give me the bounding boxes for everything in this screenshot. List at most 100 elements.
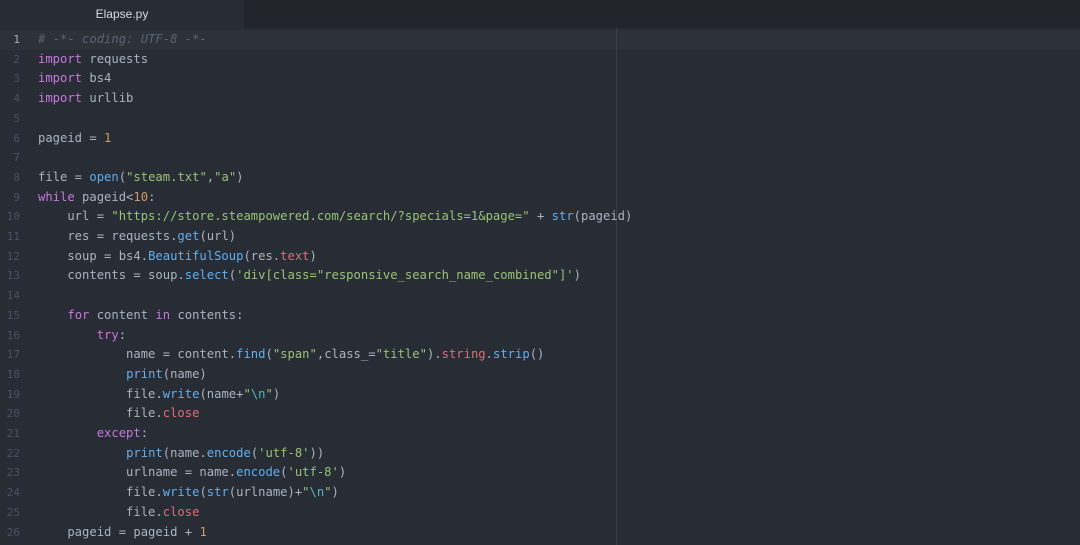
token-text: (res.: [243, 248, 281, 263]
token-comment: # -*- coding: UTF-8 -*-: [38, 32, 207, 46]
token-text: ): [309, 248, 317, 263]
code-line[interactable]: url = "https://store.steampowered.com/se…: [38, 207, 632, 227]
token-string: "https://store.steampowered.com/search/?…: [111, 209, 530, 224]
line-number: 9: [13, 190, 20, 204]
line-number: 23: [6, 466, 20, 480]
line-number-gutter[interactable]: 1 2 3 4 5 6 7 8 9 10 11 12 13 14 15 16 17 18 19 20 21 22 23 24 2…: [0, 28, 30, 545]
line-number: 26: [6, 525, 20, 539]
token-text: file.: [38, 485, 163, 500]
token-keyword: import: [38, 71, 83, 86]
token-function: write: [162, 386, 200, 401]
token-function: open: [89, 169, 119, 184]
tab-elapse-py[interactable]: Elapse.py: [0, 0, 244, 28]
code-line[interactable]: file.write(name+"\n"): [38, 385, 280, 405]
token-text: file.: [38, 386, 163, 401]
token-text: (: [199, 485, 207, 500]
code-line[interactable]: # -*- coding: UTF-8 -*-: [38, 30, 207, 50]
code-line[interactable]: import bs4: [38, 69, 111, 89]
line-number: 22: [6, 446, 20, 460]
token-text: (: [280, 465, 288, 480]
token-string: "title": [375, 347, 427, 362]
line-number: 20: [6, 407, 20, 421]
code-line[interactable]: file = open("steam.txt","a"): [38, 168, 244, 188]
token-text: content: [89, 307, 156, 322]
code-line[interactable]: try:: [38, 326, 126, 346]
token-property: close: [162, 406, 200, 421]
token-property: close: [162, 504, 200, 519]
line-number: 12: [6, 249, 20, 263]
token-text: file.: [38, 504, 163, 519]
token-string: ": [265, 386, 273, 401]
code-line[interactable]: for content in contents:: [38, 306, 243, 326]
token-function: print: [126, 445, 163, 460]
token-text: (): [529, 347, 545, 362]
code-line[interactable]: import requests: [38, 50, 148, 70]
line-number: 19: [6, 387, 20, 401]
line-number: 25: [6, 505, 20, 519]
token-function: str: [206, 485, 229, 500]
code-line[interactable]: urlname = name.encode('utf-8'): [38, 463, 346, 483]
token-property: string: [441, 347, 486, 362]
token-keyword: except: [96, 426, 141, 440]
token-text: :: [140, 426, 149, 440]
token-text: file =: [38, 169, 90, 184]
token-function: print: [126, 366, 163, 381]
line-number: 1: [13, 33, 20, 46]
code-editor[interactable]: 1 2 3 4 5 6 7 8 9 10 11 12 13 14 15 16 17 18 19 20 21 22 23 24 2…: [0, 28, 1080, 545]
token-function: find: [236, 347, 266, 362]
line-number: 3: [13, 72, 20, 86]
code-line[interactable]: file.close: [38, 503, 199, 523]
tab-bar: Elapse.py: [0, 0, 1080, 28]
token-string: "a": [214, 169, 237, 184]
code-line[interactable]: name = content.find("span",class_="title…: [38, 345, 544, 365]
token-text: (urlname)+: [228, 485, 303, 500]
token-text: .: [485, 347, 493, 362]
code-line[interactable]: file.close: [38, 404, 199, 424]
token-function: encode: [236, 465, 281, 480]
token-text: soup = bs4.: [38, 248, 149, 263]
line-number: 6: [13, 131, 20, 145]
code-line[interactable]: while pageid<10:: [38, 188, 155, 208]
token-keyword: import: [38, 91, 83, 106]
code-line[interactable]: except:: [38, 424, 148, 444]
token-function: select: [184, 268, 229, 283]
token-keyword: in: [155, 307, 171, 322]
code-line[interactable]: file.write(str(urlname)+"\n"): [38, 483, 339, 503]
token-text: :: [148, 189, 156, 204]
token-string: "span": [272, 347, 317, 362]
token-text: bs4: [82, 71, 112, 86]
token-text: res = requests.: [38, 229, 178, 243]
code-line[interactable]: pageid = 1: [38, 129, 111, 149]
token-text: pageid = pageid +: [38, 524, 200, 539]
token-text: pageid<: [74, 189, 134, 204]
code-line[interactable]: res = requests.get(url): [38, 227, 236, 247]
token-text: file.: [38, 406, 163, 421]
token-escape: \n: [250, 386, 266, 401]
token-string: 'utf-8': [287, 465, 339, 480]
token-text: (pageid): [573, 209, 633, 224]
token-function: strip: [493, 347, 530, 362]
token-text: pageid =: [38, 130, 105, 145]
line-number: 14: [6, 289, 20, 303]
code-line[interactable]: import urllib: [38, 89, 133, 109]
token-keyword: import: [38, 51, 83, 66]
line-number: 5: [13, 111, 20, 125]
code-line[interactable]: pageid = pageid + 1: [38, 523, 206, 543]
code-area[interactable]: # -*- coding: UTF-8 -*- import requests im…: [38, 28, 1068, 545]
token-text: +: [529, 209, 552, 224]
token-function: write: [162, 485, 200, 500]
line-number: 18: [6, 367, 20, 381]
code-line[interactable]: contents = soup.select('div[class="respo…: [38, 266, 581, 286]
token-string: 'div[class="responsive_search_name_combi…: [236, 268, 574, 283]
code-line[interactable]: print(name.encode('utf-8')): [38, 444, 324, 464]
token-text: urlname = name.: [38, 465, 237, 480]
token-number: 1: [104, 130, 112, 145]
code-line[interactable]: soup = bs4.BeautifulSoup(res.text): [38, 247, 317, 267]
code-line[interactable]: print(name): [38, 365, 207, 385]
token-function: get: [177, 229, 200, 243]
token-escape: \n: [309, 485, 325, 500]
line-number: 8: [13, 170, 20, 184]
